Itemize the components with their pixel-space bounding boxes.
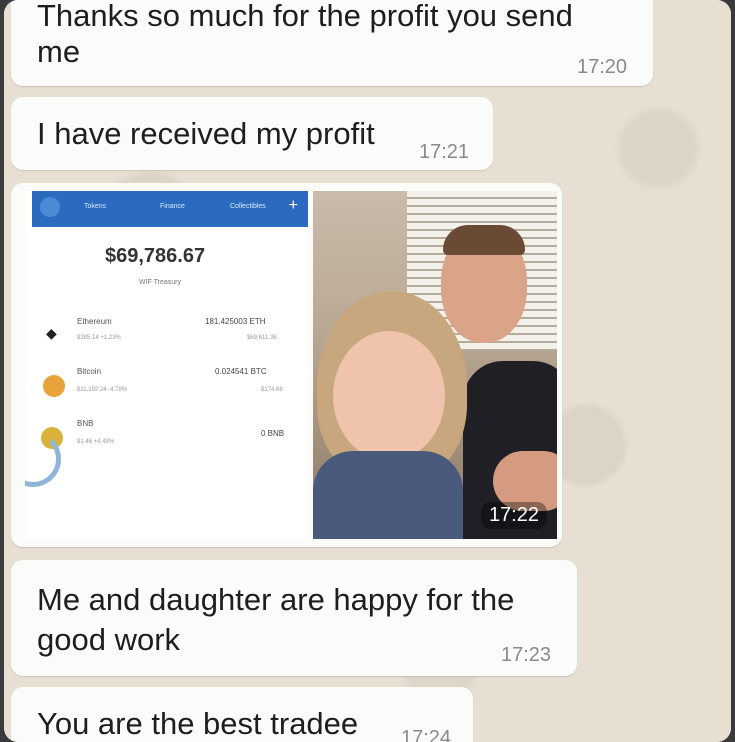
message-text: You are the best tradee	[37, 706, 359, 741]
wallet-screenshot-image[interactable]: Tokens Finance Collectibles + $69,786.67…	[25, 191, 308, 539]
wallet-tab-finance: Finance	[160, 203, 185, 210]
asset-amount: 0 BNB	[261, 429, 285, 438]
asset-price: $11,192.24 -4.78%	[77, 387, 128, 393]
message-text: I have received my profit	[37, 116, 375, 151]
girl-shirt	[313, 451, 463, 539]
message-text-line1: Me and daughter are happy for the	[37, 582, 515, 617]
message-bubble-4[interactable]: You are the best tradee 17:24	[11, 687, 473, 742]
asset-price: $385.14 +1.23%	[77, 335, 121, 341]
add-icon: +	[288, 197, 298, 214]
message-text-line1: Thanks so much for the profit you send	[37, 0, 573, 33]
asset-name: Ethereum	[77, 317, 112, 326]
image-message-bubble[interactable]: Tokens Finance Collectibles + $69,786.67…	[11, 183, 562, 547]
asset-amount: 0.024541 BTC	[215, 367, 267, 376]
man-hair	[443, 225, 525, 255]
wallet-balance: $69,786.67	[105, 245, 206, 267]
message-text-line2: me	[37, 34, 81, 69]
asset-value: $174.66	[261, 387, 283, 393]
chat-screen: Thanks so much for the profit you send m…	[4, 0, 731, 742]
message-time: 17:20	[577, 56, 628, 78]
wallet-tab-bar: Tokens Finance Collectibles +	[32, 191, 308, 227]
bitcoin-icon	[43, 375, 65, 397]
wallet-name: WIF Treasury	[139, 279, 182, 286]
wallet-tab-collectibles: Collectibles	[230, 203, 266, 210]
image-time: 17:22	[480, 502, 547, 529]
ethereum-icon: ◆	[46, 325, 57, 341]
asset-amount: 181.425003 ETH	[205, 317, 266, 326]
wallet-tab-tokens: Tokens	[84, 203, 107, 210]
message-bubble-2[interactable]: I have received my profit 17:21	[11, 97, 493, 170]
asset-name: Bitcoin	[77, 367, 102, 376]
message-time: 17:23	[501, 644, 552, 666]
wallet-logo-icon	[40, 197, 60, 217]
girl-face	[333, 331, 445, 461]
message-text-line2: good work	[37, 622, 181, 657]
selfie-photo-image[interactable]: 17:22	[313, 191, 557, 539]
message-bubble-1[interactable]: Thanks so much for the profit you send m…	[11, 0, 653, 86]
asset-value: $69,611.36	[247, 335, 277, 341]
message-time: 17:24	[401, 727, 452, 742]
asset-price: $1.46 +4.49%	[77, 439, 115, 445]
message-time: 17:21	[419, 141, 470, 163]
message-bubble-3[interactable]: Me and daughter are happy for the good w…	[11, 560, 577, 676]
asset-name: BNB	[77, 419, 94, 428]
